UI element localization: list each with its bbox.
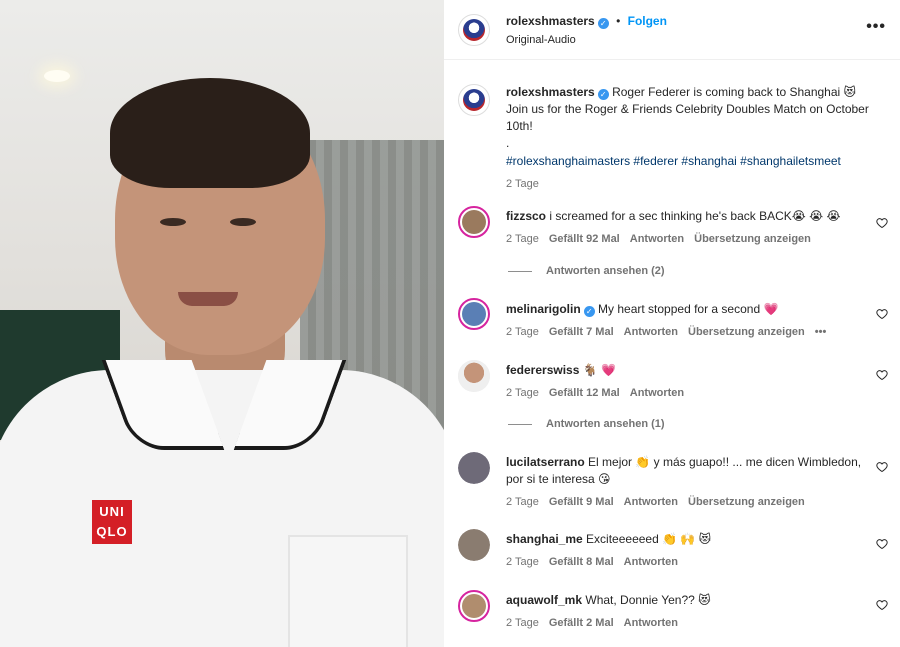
post-caption: rolexshmasters ✓ Roger Federer is coming … <box>506 84 876 193</box>
comment-text: i screamed for a sec thinking he's back … <box>549 209 841 223</box>
comment-text: My heart stopped for a second 💗 <box>598 302 779 316</box>
comment-likes[interactable]: Gefällt 9 Mal <box>549 496 614 508</box>
reply-button[interactable]: Antworten <box>630 387 684 399</box>
comment-time: 2 Tage <box>506 496 539 508</box>
comment-username[interactable]: lucilatserrano <box>506 455 585 469</box>
comment-more-icon[interactable]: ••• <box>815 326 827 338</box>
comment-time: 2 Tage <box>506 617 539 629</box>
shirt-pocket <box>288 535 408 647</box>
like-heart-icon[interactable] <box>876 599 888 611</box>
view-replies-label: Antworten ansehen (1) <box>546 418 665 430</box>
caption-hashtags[interactable]: #rolexshanghaimasters #federer #shanghai… <box>506 153 876 170</box>
comment-avatar[interactable] <box>458 360 490 392</box>
comment-meta: 2 Tage Gefällt 12 Mal Antworten <box>506 385 866 402</box>
comment-meta: 2 Tage Gefällt 92 Mal Antworten Übersetzung… <box>506 231 866 248</box>
comment-text: Exciteeeeeed 👏 🙌 😻 <box>586 532 712 546</box>
verified-badge-icon: ✓ <box>597 18 609 29</box>
translate-button[interactable]: Übersetzung anzeigen <box>688 326 805 338</box>
comment-avatar[interactable] <box>458 590 490 622</box>
translate-button[interactable]: Übersetzung anzeigen <box>688 496 805 508</box>
caption-username[interactable]: rolexshmasters <box>506 85 595 99</box>
header-title-row: rolexshmasters ✓ • Folgen <box>506 14 667 29</box>
comment-meta: 2 Tage Gefällt 7 Mal Antworten Übersetzung … <box>506 324 866 341</box>
comments-panel: rolexshmasters ✓ • Folgen Original-Audio … <box>444 0 900 647</box>
like-heart-icon[interactable] <box>876 308 888 320</box>
reply-button[interactable]: Antworten <box>630 233 684 245</box>
comment-avatar[interactable] <box>458 298 490 330</box>
reply-button[interactable]: Antworten <box>624 326 678 338</box>
comment-time: 2 Tage <box>506 556 539 568</box>
view-replies-button[interactable]: Antworten ansehen (1) <box>508 418 665 430</box>
comment-username[interactable]: shanghai_me <box>506 532 583 546</box>
comment-time: 2 Tage <box>506 387 539 399</box>
replies-divider <box>508 270 532 272</box>
comment-avatar[interactable] <box>458 452 490 484</box>
verified-badge-icon: ✓ <box>583 306 595 317</box>
comment-avatar[interactable] <box>458 206 490 238</box>
comment-username[interactable]: aquawolf_mk <box>506 593 582 607</box>
caption-time: 2 Tage <box>506 178 539 190</box>
account-avatar[interactable] <box>458 14 490 46</box>
comment-username[interactable]: fizzsco <box>506 209 546 223</box>
reply-button[interactable]: Antworten <box>624 556 678 568</box>
replies-divider <box>508 423 532 425</box>
comment-text: 🐐 💗 <box>582 363 616 377</box>
like-heart-icon[interactable] <box>876 217 888 229</box>
comment-time: 2 Tage <box>506 326 539 338</box>
caption-avatar[interactable] <box>458 84 490 116</box>
person-mouth <box>178 292 238 306</box>
comment-username[interactable]: federerswiss <box>506 363 579 377</box>
follow-button[interactable]: Folgen <box>628 14 667 28</box>
reply-button[interactable]: Antworten <box>624 617 678 629</box>
person-eye-left <box>160 218 186 226</box>
comment-avatar[interactable] <box>458 529 490 561</box>
like-heart-icon[interactable] <box>876 369 888 381</box>
like-heart-icon[interactable] <box>876 538 888 550</box>
post-viewer: UNI QLO rolexshmasters ✓ • Folgen Original… <box>0 0 900 647</box>
reply-button[interactable]: Antworten <box>624 496 678 508</box>
post-video[interactable]: UNI QLO <box>0 0 444 647</box>
person-hair <box>110 78 310 188</box>
comment-likes[interactable]: Gefällt 8 Mal <box>549 556 614 568</box>
comment-meta: 2 Tage Gefällt 9 Mal Antworten Übersetzung … <box>506 494 866 511</box>
comment-likes[interactable]: Gefällt 12 Mal <box>549 387 620 399</box>
person-eye-right <box>230 218 256 226</box>
brand-crest-icon <box>463 19 485 41</box>
more-options-icon[interactable]: ••• <box>866 18 886 36</box>
caption-dot: . <box>506 136 510 150</box>
view-replies-button[interactable]: Antworten ansehen (2) <box>508 265 665 277</box>
comment-likes[interactable]: Gefällt 2 Mal <box>549 617 614 629</box>
ceiling-lamp <box>44 70 70 82</box>
verified-badge-icon: ✓ <box>597 89 609 100</box>
audio-label[interactable]: Original-Audio <box>506 34 576 46</box>
like-heart-icon[interactable] <box>876 461 888 473</box>
comment-likes[interactable]: Gefällt 92 Mal <box>549 233 620 245</box>
header-separator: • <box>616 14 621 28</box>
comment-text: What, Donnie Yen?? 😻 <box>585 593 711 607</box>
translate-button[interactable]: Übersetzung anzeigen <box>694 233 811 245</box>
comment-meta: 2 Tage Gefällt 8 Mal Antworten <box>506 554 866 571</box>
brand-crest-icon <box>463 89 485 111</box>
view-replies-label: Antworten ansehen (2) <box>546 265 665 277</box>
comment-meta: 2 Tage Gefällt 2 Mal Antworten <box>506 615 866 632</box>
uniqlo-logo: UNI QLO <box>92 500 132 544</box>
post-header: rolexshmasters ✓ • Folgen Original-Audio … <box>444 0 900 60</box>
comment-time: 2 Tage <box>506 233 539 245</box>
header-username[interactable]: rolexshmasters <box>506 14 595 28</box>
comment-likes[interactable]: Gefällt 7 Mal <box>549 326 614 338</box>
comment-username[interactable]: melinarigolin <box>506 302 581 316</box>
